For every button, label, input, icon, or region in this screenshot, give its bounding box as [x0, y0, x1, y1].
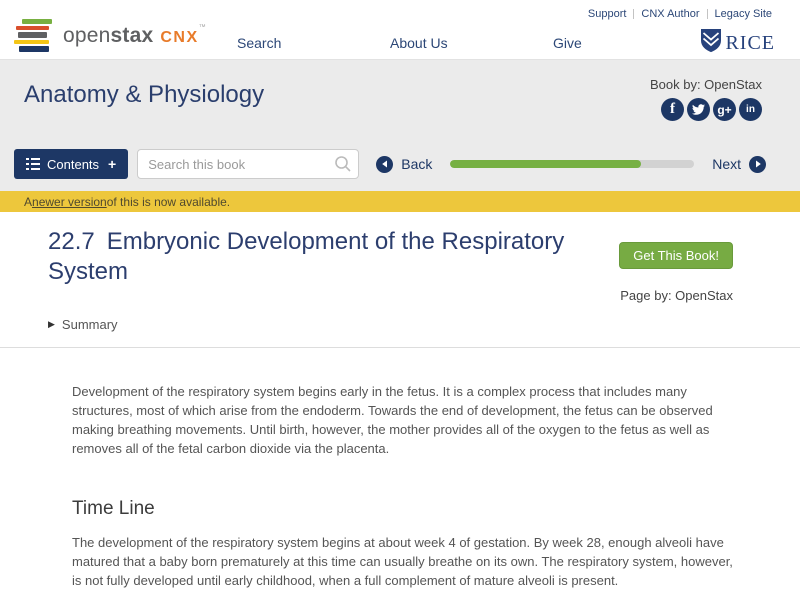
section-number: 22.7 — [48, 228, 95, 255]
cnx-author-link[interactable]: CNX Author — [641, 8, 699, 20]
divider — [633, 9, 635, 19]
notice-prefix: A — [24, 194, 33, 209]
twitter-icon[interactable] — [687, 98, 710, 121]
article-body: Development of the respiratory system be… — [72, 382, 737, 600]
page-title: 22.7 Embryonic Development of the Respira… — [48, 227, 578, 287]
contents-label: Contents — [47, 156, 100, 172]
plus-icon: + — [108, 156, 117, 172]
search-icon — [335, 156, 351, 172]
page-by-label: Page by: OpenStax — [620, 288, 733, 303]
wordmark-stax: stax — [110, 23, 154, 47]
paragraph-intro: Development of the respiratory system be… — [72, 384, 713, 456]
openstax-cnx-logo[interactable]: openstax CNX™ — [14, 19, 206, 52]
top-header: openstax CNX™ Search About Us Give Suppor… — [0, 0, 800, 60]
back-nav: Back — [376, 155, 440, 173]
legacy-site-link[interactable]: Legacy Site — [715, 8, 772, 20]
linkedin-icon[interactable]: in — [739, 98, 762, 121]
book-toolbar: Contents + Back Next — [0, 143, 800, 191]
rice-shield-icon — [700, 28, 722, 58]
next-label[interactable]: Next — [712, 156, 741, 172]
book-title: Anatomy & Physiology — [24, 81, 265, 108]
contents-button[interactable]: Contents + — [14, 149, 129, 179]
divider — [706, 9, 708, 19]
book-band: Anatomy & Physiology Book by: OpenStax f… — [0, 60, 800, 191]
next-nav: Next — [704, 155, 766, 173]
book-search — [137, 149, 360, 179]
nav-link-give[interactable]: Give — [553, 35, 582, 51]
openstax-books-icon — [14, 19, 52, 52]
openstax-wordmark: openstax CNX™ — [63, 24, 206, 48]
google-plus-icon[interactable]: g+ — [713, 98, 736, 121]
support-link[interactable]: Support — [588, 8, 627, 20]
rice-logo-text: RICE — [725, 31, 775, 54]
rice-logo[interactable]: RICE — [700, 28, 775, 58]
facebook-icon[interactable]: f — [661, 98, 684, 121]
book-search-input[interactable] — [137, 149, 360, 179]
summary-label: Summary — [61, 317, 118, 332]
back-label[interactable]: Back — [401, 156, 432, 172]
book-by-label: Book by: OpenStax — [649, 77, 762, 92]
collapsed-arrow-icon: ▶ — [48, 319, 55, 329]
wordmark-open: open — [63, 23, 111, 47]
nav-link-search[interactable]: Search — [237, 35, 281, 51]
newer-version-link[interactable]: newer version — [32, 195, 107, 209]
back-icon[interactable] — [376, 155, 394, 173]
utility-links: Support CNX Author Legacy Site — [588, 8, 772, 20]
notice-suffix: of this is now available. — [106, 194, 231, 209]
content-divider — [0, 347, 800, 348]
list-icon — [26, 158, 40, 170]
section-title-text: Embryonic Development of the Respiratory… — [48, 228, 565, 285]
newer-version-banner: A newer version of this is now available… — [0, 191, 800, 212]
wordmark-cnx: CNX — [160, 28, 199, 46]
progress-fill — [450, 160, 641, 168]
social-icons: f g+ in — [650, 98, 762, 121]
heading-time-line: Time Line — [72, 498, 155, 519]
progress-bar — [450, 160, 695, 168]
wordmark-trademark: ™ — [198, 23, 206, 31]
get-this-book-button[interactable]: Get This Book! — [619, 242, 733, 269]
next-icon[interactable] — [749, 155, 766, 173]
page-content: 22.7 Embryonic Development of the Respira… — [0, 212, 800, 600]
summary-toggle[interactable]: ▶ Summary — [48, 317, 800, 332]
paragraph-timeline: The development of the respiratory syste… — [72, 535, 733, 588]
nav-link-about-us[interactable]: About Us — [390, 35, 448, 51]
